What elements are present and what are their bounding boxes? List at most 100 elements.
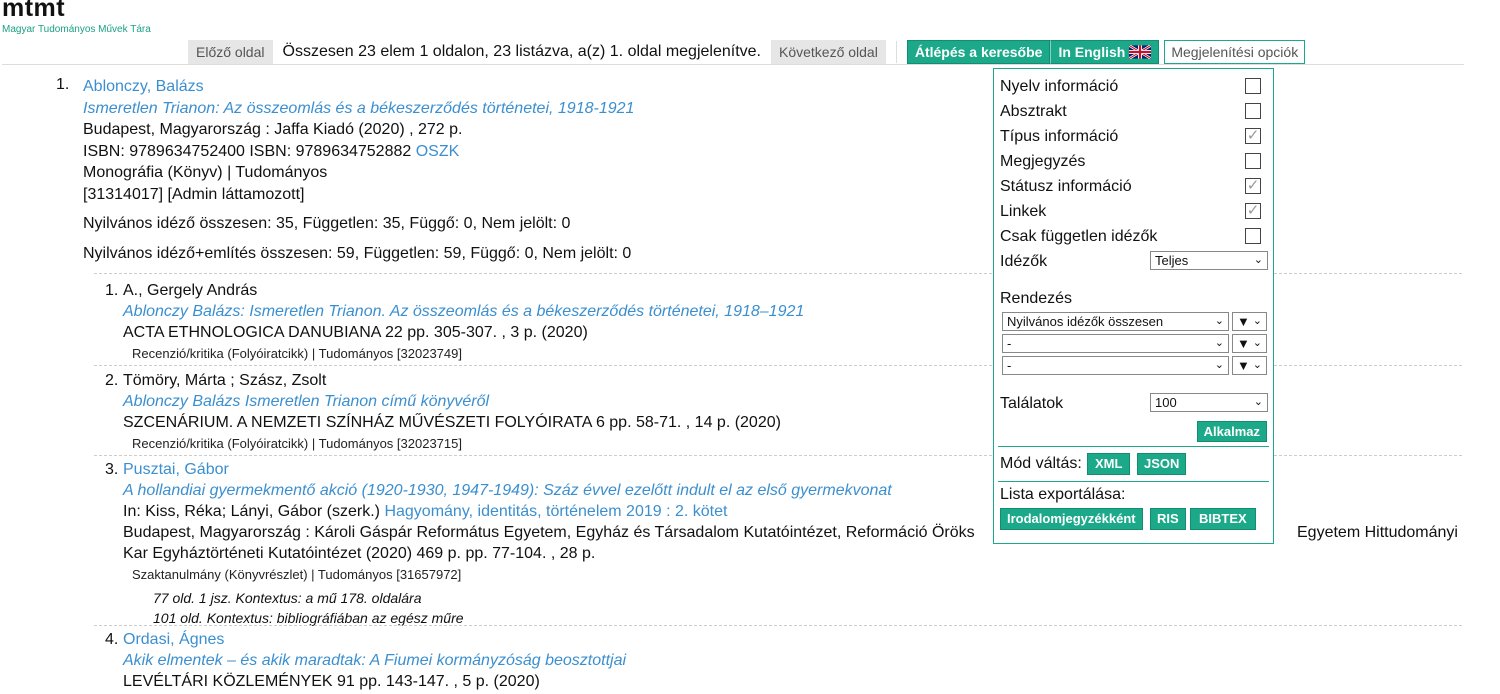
chevron-down-icon: ⌄ — [1253, 254, 1263, 266]
checkbox-checked[interactable]: ✓ — [1245, 128, 1261, 144]
sort-row-1: Nyilvános idézők összesen ⌄ ▼ ⌄ — [1000, 311, 1267, 333]
logo-subtitle: Magyar Tudományos Művek Tára — [2, 24, 151, 35]
option-label: Státusz információ — [1000, 178, 1132, 195]
chevron-down-icon: ⌄ — [1252, 315, 1262, 327]
checkbox[interactable] — [1245, 103, 1261, 119]
citation-publisher-cont: Kar Egyháztörténeti Kutatóintézet (2020)… — [123, 545, 596, 562]
results-select[interactable]: 100 ⌄ — [1150, 393, 1268, 412]
english-label: In English — [1058, 44, 1126, 60]
option-note: Megjegyzés — [1000, 149, 1267, 174]
record-citations-mention: Nyilvános idéző+említés összesen: 59, Fü… — [83, 244, 632, 262]
citation-number: 1. — [105, 282, 119, 299]
record-author-link[interactable]: Ablonczy, Balázs — [83, 78, 204, 95]
sort-row-2: - ⌄ ▼ ⌄ — [1000, 333, 1267, 355]
export-label: Lista exportálása: — [1000, 486, 1126, 503]
citation-publisher-start: Budapest, Magyarország : Károli Gáspár R… — [123, 524, 975, 541]
citation-in-editors: In: Kiss, Réka; Lányi, Gábor (szerk.) — [123, 503, 380, 520]
sort-field-select[interactable]: Nyilvános idézők összesen ⌄ — [1002, 312, 1229, 331]
next-page-button[interactable]: Következő oldal — [770, 40, 886, 64]
option-label: Nyelv információ — [1000, 78, 1119, 95]
checkbox-checked[interactable]: ✓ — [1245, 203, 1261, 219]
record-title-link[interactable]: Ismeretlen Trianon: Az összeomlás és a b… — [83, 100, 634, 117]
apply-button[interactable]: Alkalmaz — [1196, 421, 1267, 442]
citation-author-link[interactable]: Pusztai, Gábor — [123, 461, 229, 478]
checkbox[interactable] — [1245, 228, 1261, 244]
chevron-down-icon: ⌄ — [1252, 337, 1262, 349]
sort-direction-select[interactable]: ▼ ⌄ — [1232, 312, 1267, 331]
option-label: Absztrakt — [1000, 103, 1067, 120]
sort-row-3: - ⌄ ▼ ⌄ — [1000, 355, 1267, 377]
mode-row: Mód váltás: XML JSON — [1000, 447, 1267, 481]
option-type-info: Típus információ ✓ — [1000, 124, 1267, 149]
citation-context: 77 old. 1 jsz. Kontextus: a mű 178. olda… — [153, 590, 422, 606]
citation-number: 3. — [105, 461, 119, 478]
export-bibliography-button[interactable]: Irodalomjegyzékként — [1000, 508, 1143, 530]
citation-meta: Szaktanulmány (Könyvrészlet) | Tudományo… — [132, 567, 462, 582]
option-label: Csak független idézők — [1000, 228, 1158, 245]
record-number: 1. — [56, 76, 70, 93]
citation-book-link[interactable]: Hagyomány, identitás, történelem 2019 : … — [384, 503, 727, 520]
results-label: Találatok — [1000, 395, 1064, 412]
uk-flag-icon — [1129, 45, 1152, 59]
option-label: Típus információ — [1000, 128, 1119, 145]
logo-text: mtmt — [2, 0, 66, 22]
header-divider — [2, 64, 1464, 65]
prev-page-button[interactable]: Előző oldal — [188, 40, 273, 64]
citation-title-link[interactable]: A hollandiai gyermekmentő akció (1920-19… — [123, 482, 892, 499]
option-language: Nyelv információ — [1000, 74, 1267, 99]
apply-row: Alkalmaz — [1000, 416, 1267, 446]
pagination-bar: Előző oldal Összesen 23 elem 1 oldalon, … — [188, 40, 1306, 64]
option-links: Linkek ✓ — [1000, 199, 1267, 224]
xml-button[interactable]: XML — [1087, 453, 1131, 475]
site-logo[interactable]: mtmt Magyar Tudományos Művek Tára — [2, 0, 151, 36]
record-isbn: ISBN: 9789634752400 ISBN: 9789634752882 — [83, 142, 412, 160]
page-info: Összesen 23 elem 1 oldalon, 23 listázva,… — [282, 43, 761, 60]
export-bibtex-button[interactable]: BIBTEX — [1190, 508, 1256, 530]
chevron-down-icon: ⌄ — [1253, 396, 1263, 408]
option-label: Linkek — [1000, 203, 1047, 220]
chevron-down-icon: ⌄ — [1214, 359, 1224, 371]
citation-source: LEVÉLTÁRI KÖZLEMÉNYEK 91 pp. 143-147. , … — [123, 673, 540, 690]
citation-author-link[interactable]: Ordasi, Ágnes — [123, 631, 224, 648]
display-options-button[interactable]: Megjelenítési opciók — [1164, 40, 1306, 64]
mode-label: Mód váltás: — [1000, 455, 1082, 472]
sort-section-label: Rendezés — [1000, 290, 1073, 307]
option-abstract: Absztrakt — [1000, 99, 1267, 124]
divider — [895, 41, 897, 63]
option-label: Megjegyzés — [1000, 153, 1086, 170]
citation-title-link[interactable]: Akik elmentek – és akik maradtak: A Fium… — [123, 652, 626, 669]
citation-number: 4. — [105, 631, 119, 648]
checkbox-checked[interactable]: ✓ — [1245, 178, 1261, 194]
sort-direction-select[interactable]: ▼ ⌄ — [1232, 356, 1267, 375]
option-independent-citers: Csak független idézők — [1000, 224, 1267, 249]
chevron-down-icon: ⌄ — [1214, 337, 1224, 349]
citation-number: 2. — [105, 372, 119, 389]
chevron-down-icon: ⌄ — [1252, 359, 1262, 371]
record-type: Monográfia (Könyv) | Tudományos — [83, 164, 328, 181]
citation-title-link[interactable]: Ablonczy Balázs: Ismeretlen Trianon. Az … — [123, 303, 804, 320]
divider — [94, 625, 1462, 626]
record-publisher: Budapest, Magyarország : Jaffa Kiadó (20… — [83, 121, 463, 138]
citers-label: Idézők — [1000, 253, 1048, 270]
citers-select[interactable]: Teljes ⌄ — [1150, 251, 1268, 270]
export-ris-button[interactable]: RIS — [1150, 508, 1186, 530]
oszk-link[interactable]: OSZK — [416, 143, 460, 160]
option-status-info: Státusz információ ✓ — [1000, 174, 1267, 199]
sort-direction-select[interactable]: ▼ ⌄ — [1232, 334, 1267, 353]
option-results: Találatok 100 ⌄ — [1000, 391, 1268, 416]
checkbox[interactable] — [1245, 78, 1261, 94]
checkbox[interactable] — [1245, 153, 1261, 169]
chevron-down-icon: ⌄ — [1214, 315, 1224, 327]
citation-publisher-end: Egyetem Hittudományi — [1297, 524, 1458, 541]
citation-title-link[interactable]: Ablonczy Balázs Ismeretlen Trianon című … — [123, 393, 489, 410]
english-button[interactable]: In English — [1050, 40, 1160, 64]
display-options-panel: Nyelv információ Absztrakt Típus informá… — [993, 68, 1274, 544]
option-citers: Idézők Teljes ⌄ — [1000, 249, 1268, 274]
record-citations-public: Nyilvános idéző összesen: 35, Független:… — [83, 215, 571, 232]
go-to-search-button[interactable]: Átlépés a keresőbe — [906, 40, 1051, 64]
record-ids: [31314017] [Admin láttamozott] — [83, 185, 305, 203]
sort-field-select[interactable]: - ⌄ — [1002, 334, 1229, 353]
json-button[interactable]: JSON — [1137, 453, 1187, 475]
export-row: Irodalomjegyzékként RIS BIBTEX — [1000, 508, 1267, 534]
sort-field-select[interactable]: - ⌄ — [1002, 356, 1229, 375]
